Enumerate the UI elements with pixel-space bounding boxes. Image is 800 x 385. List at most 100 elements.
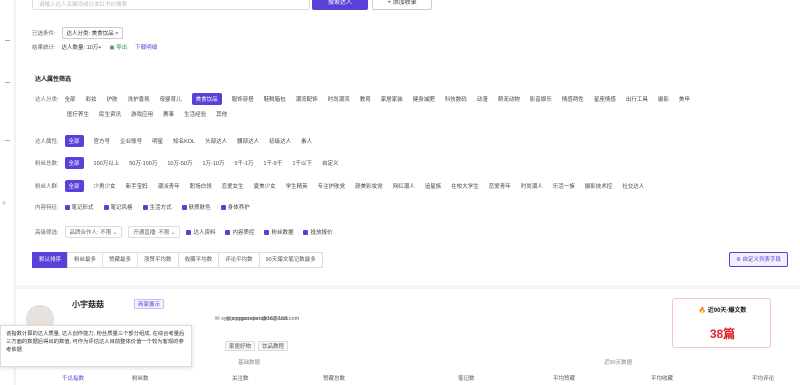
category-option[interactable]: 教育 (360, 95, 371, 103)
fans-option[interactable]: 1万-10万 (202, 159, 224, 167)
persona-option[interactable]: 网红潮人 (393, 182, 415, 190)
category-option[interactable]: 美食饮品 (191, 93, 222, 105)
category-option[interactable]: 星座情感 (594, 95, 616, 103)
category-option[interactable]: 彩妆 (86, 95, 97, 103)
add-collect-button[interactable]: + 添加收录 (372, 0, 432, 10)
category-option[interactable]: 生活经验 (184, 110, 206, 118)
search-button[interactable]: 搜索达人 (312, 0, 368, 10)
category-option[interactable]: 母婴育儿 (160, 95, 182, 103)
category-option[interactable]: 赛事 (163, 110, 174, 118)
selected-tag[interactable]: 达人分类: 美食饮品 × (61, 27, 124, 39)
category-option[interactable]: 服饰穿搭 (232, 95, 254, 103)
fans-option[interactable]: 全部 (64, 157, 84, 169)
persona-option[interactable]: 在校大学生 (451, 182, 479, 190)
export-button[interactable]: ▣ 导出 (109, 43, 127, 51)
attribute-option[interactable]: 全部 (64, 135, 84, 147)
category-option[interactable]: 洗护香氛 (128, 95, 150, 103)
fans-option[interactable]: 10万-50万 (167, 159, 192, 167)
persona-option[interactable]: 少男少女 (94, 182, 116, 190)
stat-header: 平均评论 (752, 376, 775, 382)
attribute-option[interactable]: 官方号 (94, 137, 111, 145)
category-option[interactable]: 鞋靴箱包 (264, 95, 286, 103)
advanced-option[interactable]: 投放报价 (303, 228, 333, 236)
category-option[interactable]: 萌宠动物 (498, 95, 520, 103)
persona-option[interactable]: 追星族 (425, 182, 442, 190)
fans-option[interactable]: 1千-5千 (263, 159, 282, 167)
sort-option[interactable]: 粉丝最多 (67, 252, 104, 268)
advanced-option[interactable]: 内容质控 (225, 228, 254, 236)
card-tag[interactable]: 饮品教程 (258, 341, 289, 351)
persona-option[interactable]: 学生精英 (286, 182, 308, 190)
persona-option[interactable]: 时尚潮人 (521, 182, 543, 190)
persona-option[interactable]: 颜美彩妆党 (355, 182, 383, 190)
fans-option[interactable]: 1千以下 (292, 159, 312, 167)
category-option[interactable]: 游戏应用 (131, 110, 153, 118)
collapse-arrow-icon[interactable]: « (2, 200, 6, 207)
attribute-option[interactable]: 初级达人 (269, 137, 291, 145)
live-dropdown[interactable]: 开通直播: 不限 ⌄ (128, 226, 181, 238)
sort-option[interactable]: 90天爆文笔记数最多 (258, 252, 323, 268)
persona-option[interactable]: 恋爱女生 (222, 182, 244, 190)
sort-option[interactable]: 评论平均数 (218, 252, 260, 268)
fans-option[interactable]: 50万-100万 (129, 159, 157, 167)
category-option[interactable]: 健身减肥 (413, 95, 435, 103)
attribute-option[interactable]: 素人 (301, 137, 312, 145)
content-checkbox-label: 生活方式 (149, 205, 172, 211)
content-checkbox-label: 笔记风格 (110, 205, 133, 211)
influencer-name[interactable]: 小宇菇菇 (72, 299, 104, 310)
content-checkbox-label: 身体养护 (227, 205, 250, 211)
category-option[interactable]: 影音娱乐 (530, 95, 552, 103)
content-checkbox[interactable]: 肤质肤色 (181, 203, 211, 211)
brand-partner-dropdown[interactable]: 品牌合作人: 不限 ⌄ (64, 226, 123, 238)
category-option[interactable]: 出行工具 (626, 95, 648, 103)
category-option[interactable]: 其他 (216, 110, 227, 118)
result-stats: 结果统计: 达人数量: 10万+ ▣ 导出 下载明细 (32, 43, 157, 51)
category-option[interactable]: 情感两性 (562, 95, 584, 103)
advanced-option[interactable]: 达人资料 (186, 228, 215, 236)
content-checkbox[interactable]: 笔记形式 (64, 203, 94, 211)
category-option[interactable]: 潮流配饰 (296, 95, 318, 103)
category-option[interactable]: 全部 (65, 95, 76, 103)
sort-option[interactable]: 收藏平均数 (177, 252, 220, 268)
attribute-option[interactable]: 明星 (152, 137, 163, 145)
persona-option[interactable]: 职场白领 (190, 182, 212, 190)
category-option[interactable]: 护肤 (107, 95, 118, 103)
persona-option[interactable]: 潮派青年 (158, 182, 180, 190)
stat-header: 关注数 (232, 376, 249, 382)
sort-option[interactable]: 涨赞平均数 (137, 252, 179, 268)
attribute-option[interactable]: 企业账号 (120, 137, 142, 145)
category-option[interactable]: 医疗养生 (67, 110, 89, 118)
category-option[interactable]: 美甲 (679, 95, 690, 103)
showcase-badge[interactable]: 商家展示 (134, 299, 165, 309)
category-option[interactable]: 摄影 (658, 95, 669, 103)
persona-option[interactable]: 夏美少女 (254, 182, 276, 190)
fans-option[interactable]: 自定义 (322, 159, 339, 167)
custom-fields-button[interactable]: ⚙ 自定义列表字段 (729, 252, 788, 267)
card-tag[interactable]: 家居好物 (225, 341, 256, 351)
attribute-option[interactable]: 腰部达人 (237, 137, 259, 145)
sort-option[interactable]: 赞藏最多 (102, 252, 139, 268)
search-input[interactable]: 请输入达人关键词或日本红书ID搜索 (32, 0, 310, 10)
fans-option[interactable]: 5千-1万 (234, 159, 253, 167)
persona-option[interactable]: 专注护肤党 (318, 182, 346, 190)
persona-option[interactable]: 新手宝妈 (126, 182, 148, 190)
content-checkbox[interactable]: 生活方式 (142, 203, 172, 211)
download-link[interactable]: 下载明细 (135, 43, 157, 51)
persona-option[interactable]: 乐活一族 (553, 182, 575, 190)
persona-option[interactable]: 恋爱青年 (489, 182, 511, 190)
persona-option[interactable]: 社交达人 (622, 182, 644, 190)
sort-option[interactable]: 默认排序 (32, 252, 69, 268)
category-option[interactable]: 民生资讯 (99, 110, 121, 118)
attribute-option[interactable]: 头部达人 (205, 137, 227, 145)
category-option[interactable]: 科技数码 (445, 95, 467, 103)
attribute-option[interactable]: 知名KOL (173, 137, 195, 145)
advanced-option[interactable]: 粉丝数据 (264, 228, 293, 236)
fans-option[interactable]: 100万以上 (94, 159, 120, 167)
persona-option[interactable]: 全部 (64, 180, 84, 192)
content-checkbox[interactable]: 身体养护 (220, 203, 250, 211)
category-option[interactable]: 时尚潮流 (328, 95, 350, 103)
content-checkbox[interactable]: 笔记风格 (103, 203, 133, 211)
category-option[interactable]: 家居家装 (381, 95, 403, 103)
persona-option[interactable]: 摄影技术控 (585, 182, 613, 190)
category-option[interactable]: 动漫 (477, 95, 488, 103)
